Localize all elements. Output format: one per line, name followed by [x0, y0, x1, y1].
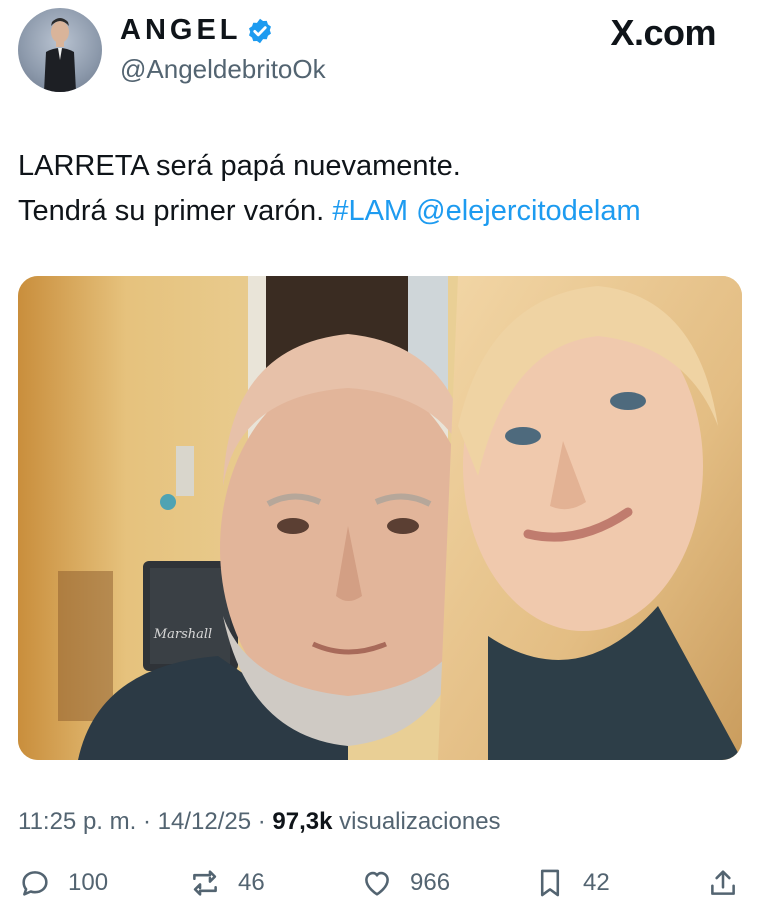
- bookmark-button[interactable]: 42: [533, 866, 610, 900]
- verified-badge-icon: [248, 18, 271, 43]
- tweet-line-2: Tendrá su primer varón. #LAM @elejercito…: [18, 189, 748, 234]
- tweet-text: LARRETA será papá nuevamente. Tendrá su …: [18, 144, 748, 234]
- author-handle[interactable]: @AngeldebritoOk: [120, 54, 326, 85]
- meta-separator-2: ·: [257, 808, 266, 835]
- share-icon: [711, 870, 735, 895]
- mention-link[interactable]: @elejercitodelam: [416, 195, 640, 227]
- tweet-meta: 11:25 p. m. · 14/12/25 · 97,3k visualiza…: [18, 808, 501, 836]
- repost-button[interactable]: 46: [188, 866, 265, 900]
- views-label: visualizaciones: [339, 808, 501, 835]
- tweet-time[interactable]: 11:25 p. m.: [18, 808, 136, 835]
- hashtag-link[interactable]: #LAM: [332, 195, 408, 227]
- bookmark-icon: [540, 869, 560, 897]
- share-button[interactable]: [706, 866, 740, 900]
- tweet-line-1: LARRETA será papá nuevamente.: [18, 150, 461, 182]
- like-count: 966: [410, 869, 451, 896]
- repost-icon: [193, 870, 217, 896]
- tweet-line-2-text: Tendrá su primer varón.: [18, 195, 325, 227]
- bookmark-count: 42: [583, 869, 610, 896]
- author-display-name-row: ANGEL: [120, 14, 274, 47]
- reply-count: 100: [68, 869, 109, 896]
- tweet-photo[interactable]: Marshall: [18, 276, 742, 760]
- heart-icon: [365, 871, 389, 896]
- photo-illustration: Marshall: [18, 276, 742, 760]
- reply-button[interactable]: 100: [18, 866, 108, 900]
- action-bar: 100 46 966 42: [18, 866, 748, 910]
- like-button[interactable]: 966: [360, 866, 450, 900]
- reply-icon: [22, 871, 48, 896]
- meta-separator-1: ·: [142, 808, 151, 835]
- views-count: 97,3k: [272, 808, 333, 835]
- author-display-name[interactable]: ANGEL: [120, 14, 242, 47]
- tweet-date[interactable]: 14/12/25: [158, 808, 251, 835]
- avatar-photo: [44, 18, 76, 92]
- brand-watermark: X.com: [610, 12, 716, 53]
- author-avatar[interactable]: [18, 8, 102, 92]
- repost-count: 46: [238, 869, 265, 896]
- amplifier-logo: Marshall: [153, 627, 212, 642]
